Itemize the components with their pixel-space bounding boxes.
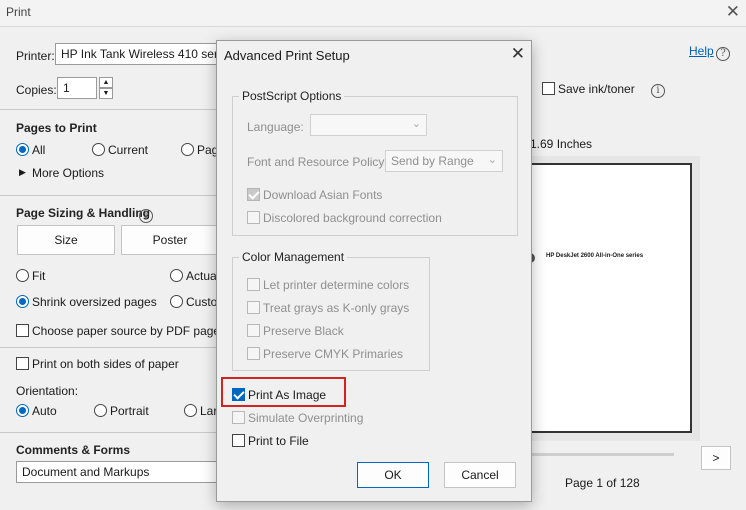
help-icon[interactable]: ? — [716, 43, 730, 61]
preserve-black-checkbox[interactable] — [247, 324, 260, 338]
save-ink-checkbox[interactable] — [542, 82, 555, 96]
sizing-info-icon[interactable]: i — [139, 205, 153, 223]
advanced-print-setup-dialog: Advanced Print Setup ✕ PostScript Option… — [216, 40, 532, 502]
cancel-button[interactable]: Cancel — [444, 462, 516, 488]
page-status: Page 1 of 128 — [565, 476, 640, 490]
expand-triangle-icon[interactable]: ▶ — [19, 167, 26, 178]
next-page-button[interactable]: > — [701, 446, 731, 470]
copies-up-icon[interactable]: ▲ — [99, 77, 113, 88]
both-sides-label: Print on both sides of paper — [32, 357, 179, 371]
treat-grays-checkbox[interactable] — [247, 301, 260, 315]
orientation-auto-label: Auto — [32, 404, 57, 418]
pages-all-label: All — [32, 143, 46, 157]
shrink-radio[interactable] — [16, 295, 29, 309]
chevron-down-icon: ⌄ — [411, 118, 421, 130]
preserve-black-label: Preserve Black — [263, 324, 344, 338]
copies-down-icon[interactable]: ▼ — [99, 88, 113, 99]
postscript-group-title: PostScript Options — [239, 89, 345, 103]
simulate-overprinting-checkbox[interactable] — [232, 411, 245, 425]
comments-select[interactable]: Document and Markups — [16, 461, 220, 483]
close-icon[interactable]: ✕ — [726, 2, 740, 22]
simulate-overprinting-label: Simulate Overprinting — [248, 411, 364, 425]
dialog-close-icon[interactable]: ✕ — [511, 44, 525, 64]
divider — [0, 347, 220, 348]
actual-size-radio[interactable] — [170, 269, 183, 283]
divider — [0, 432, 220, 433]
font-policy-label: Font and Resource Policy: — [247, 155, 388, 169]
orientation-portrait-radio[interactable] — [94, 404, 107, 418]
language-select[interactable]: ⌄ — [310, 114, 427, 136]
preserve-cmyk-label: Preserve CMYK Primaries — [263, 347, 404, 361]
download-asian-checkbox[interactable] — [247, 188, 260, 202]
orientation-landscape-radio[interactable] — [184, 404, 197, 418]
preview-scrollbar[interactable] — [530, 453, 674, 456]
shrink-label: Shrink oversized pages — [32, 295, 157, 309]
orientation-landscape-label: Lar — [200, 404, 218, 418]
discolored-label: Discolored background correction — [263, 211, 442, 225]
info-icon[interactable]: i — [651, 80, 665, 98]
pages-current-radio[interactable] — [92, 143, 105, 157]
copies-label: Copies: — [16, 83, 57, 97]
sizing-section-title: Page Sizing & Handling — [16, 206, 151, 220]
print-to-file-checkbox[interactable] — [232, 434, 245, 448]
let-printer-checkbox[interactable] — [247, 278, 260, 292]
divider — [0, 109, 220, 110]
custom-scale-label: Custo — [186, 295, 218, 309]
preview-page: HP DeskJet 2600 All-in-One series — [525, 163, 692, 433]
language-label: Language: — [247, 120, 304, 134]
custom-scale-radio[interactable] — [170, 295, 183, 309]
color-group-title: Color Management — [239, 250, 348, 264]
printer-label: Printer: — [16, 49, 55, 63]
comments-section-title: Comments & Forms — [16, 443, 131, 457]
fit-radio[interactable] — [16, 269, 29, 283]
print-to-file-label: Print to File — [248, 434, 309, 448]
preview-size-text: 1.69 Inches — [530, 137, 593, 151]
preserve-cmyk-checkbox[interactable] — [247, 347, 260, 361]
pages-range-radio[interactable] — [181, 143, 194, 157]
help-link[interactable]: Help — [689, 44, 714, 58]
orientation-label: Orientation: — [16, 384, 79, 398]
ok-button[interactable]: OK — [357, 462, 429, 488]
window-titlebar: Print ✕ — [0, 0, 746, 26]
discolored-checkbox[interactable] — [247, 211, 260, 225]
save-ink-label: Save ink/toner — [558, 82, 635, 96]
both-sides-checkbox[interactable] — [16, 357, 29, 371]
orientation-auto-radio[interactable] — [16, 404, 29, 418]
choose-source-label: Choose paper source by PDF page size — [32, 324, 216, 338]
copies-input[interactable]: 1 — [57, 77, 97, 99]
actual-size-label: Actual — [186, 269, 220, 283]
pages-current-label: Current — [108, 143, 149, 157]
highlight-box — [221, 377, 346, 407]
pages-section-title: Pages to Print — [16, 121, 97, 135]
divider — [0, 195, 220, 196]
poster-button[interactable]: Poster — [121, 225, 219, 255]
printer-select[interactable]: HP Ink Tank Wireless 410 series — [55, 43, 225, 65]
window-title: Print — [6, 5, 31, 19]
fit-label: Fit — [32, 269, 46, 283]
chevron-down-icon: ⌄ — [487, 154, 497, 166]
orientation-portrait-label: Portrait — [110, 404, 149, 418]
download-asian-label: Download Asian Fonts — [263, 188, 383, 202]
let-printer-label: Let printer determine colors — [263, 278, 410, 292]
dialog-title: Advanced Print Setup — [224, 48, 350, 63]
treat-grays-label: Treat grays as K-only grays — [263, 301, 410, 315]
pages-all-radio[interactable] — [16, 143, 29, 157]
preview-doc-text: HP DeskJet 2600 All-in-One series — [546, 253, 644, 259]
size-button[interactable]: Size — [17, 225, 115, 255]
choose-source-checkbox[interactable] — [16, 324, 29, 338]
more-options-label[interactable]: More Options — [32, 166, 104, 180]
font-policy-select[interactable]: Send by Range ⌄ — [385, 150, 503, 172]
